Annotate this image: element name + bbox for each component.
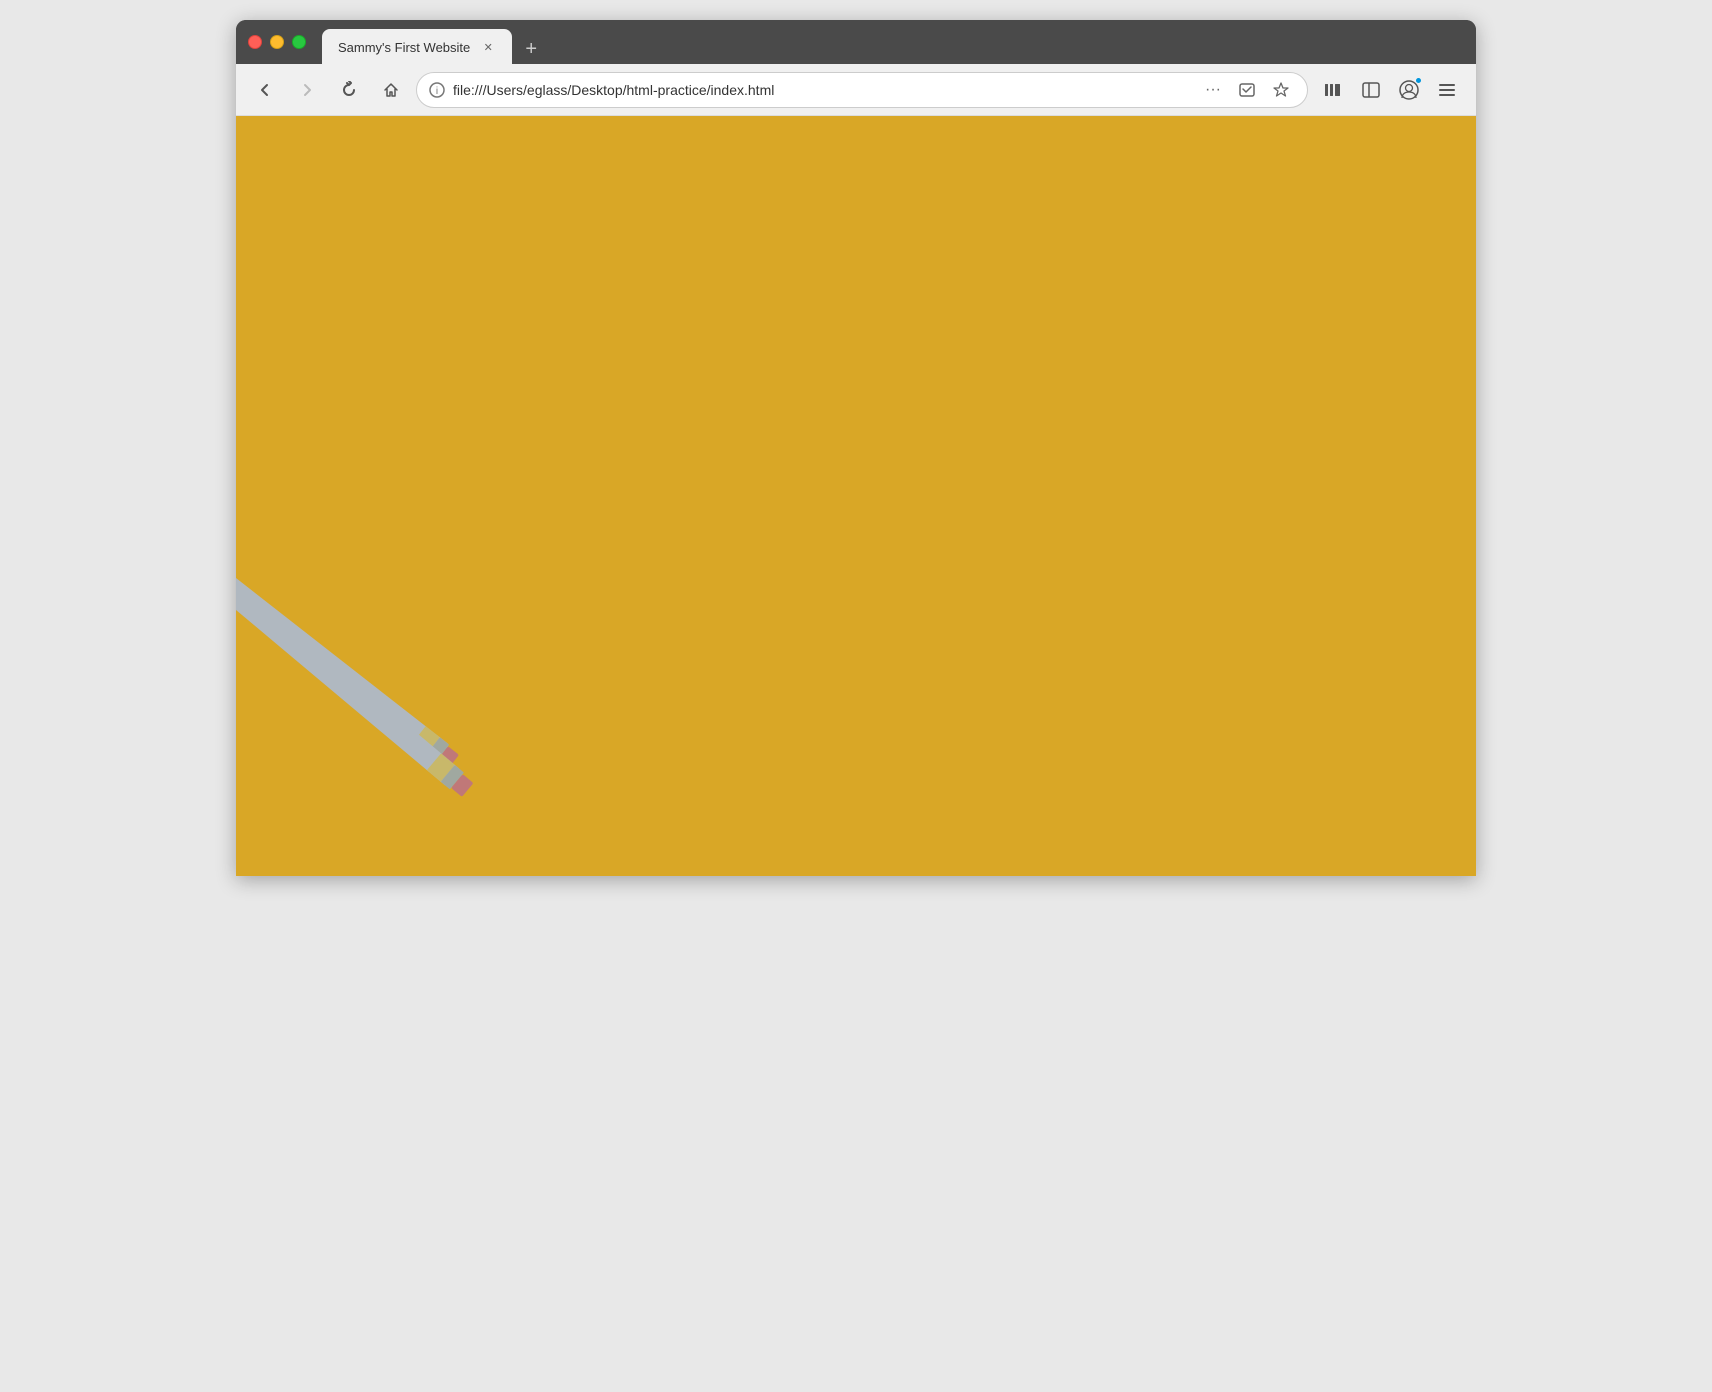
address-text: file:///Users/eglass/Desktop/html-practi… [453,82,1191,98]
pocket-icon [1238,81,1256,99]
sidebar-button[interactable] [1354,73,1388,107]
right-nav [1316,73,1464,107]
page-content [236,116,1476,876]
maximize-button[interactable] [292,35,306,49]
nav-bar: i file:///Users/eglass/Desktop/html-prac… [236,64,1476,116]
address-bar[interactable]: i file:///Users/eglass/Desktop/html-prac… [416,72,1308,108]
tab-close-button[interactable]: ✕ [480,39,496,55]
pocket-button[interactable] [1233,76,1261,104]
minimize-button[interactable] [270,35,284,49]
profile-button[interactable] [1392,73,1426,107]
library-icon [1323,80,1343,100]
notification-dot [1415,77,1422,84]
reload-icon [340,81,358,99]
sidebar-icon [1361,80,1381,100]
tab-title: Sammy's First Website [338,40,470,55]
browser-window: Sammy's First Website ✕ + [236,20,1476,876]
new-tab-button[interactable]: + [516,34,546,64]
menu-button[interactable] [1430,73,1464,107]
address-actions: ··· [1199,76,1295,104]
more-button[interactable]: ··· [1199,76,1227,104]
info-icon: i [429,82,445,98]
reload-button[interactable] [332,73,366,107]
home-button[interactable] [374,73,408,107]
bookmark-button[interactable] [1267,76,1295,104]
svg-text:i: i [436,86,438,97]
close-button[interactable] [248,35,262,49]
back-icon [256,81,274,99]
more-dots-icon: ··· [1205,81,1221,99]
active-tab[interactable]: Sammy's First Website ✕ [322,29,512,65]
title-bar: Sammy's First Website ✕ + [236,20,1476,64]
home-icon [382,81,400,99]
traffic-lights [248,35,306,49]
menu-icon [1437,80,1457,100]
forward-icon [298,81,316,99]
forward-button[interactable] [290,73,324,107]
pencils-image [236,356,616,876]
tab-bar: Sammy's First Website ✕ + [322,20,1464,64]
back-button[interactable] [248,73,282,107]
library-button[interactable] [1316,73,1350,107]
star-icon [1272,81,1290,99]
